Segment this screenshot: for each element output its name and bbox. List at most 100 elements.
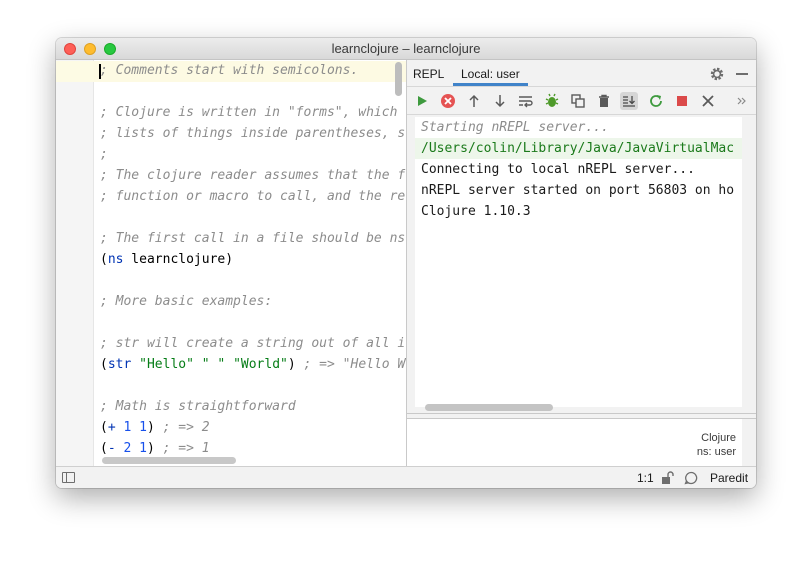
code-token: ; The first call in a file should be ns: [100, 231, 406, 246]
cursor-position[interactable]: 1:1: [637, 471, 654, 485]
code-token: learnclojure: [123, 252, 226, 267]
code-token: ; function or macro to call, and the re: [100, 189, 406, 204]
more-chevron-icon[interactable]: [733, 92, 751, 110]
copy-icon[interactable]: [569, 92, 587, 110]
repl-toolbar: [407, 87, 756, 115]
code-line[interactable]: (str "Hello" " " "World") ; => "Hello W: [100, 354, 405, 375]
ide-window: learnclojure – learnclojure ; Comments s…: [56, 38, 756, 488]
code-token: str: [107, 357, 132, 372]
history-up-icon[interactable]: [465, 92, 483, 110]
code-token: ; lists of things inside parentheses, s: [100, 126, 406, 141]
code-line[interactable]: ; The clojure reader assumes that the f: [100, 165, 405, 186]
code-line[interactable]: ; More basic examples:: [100, 291, 405, 312]
code-token: 1: [139, 420, 147, 435]
repl-output-line: Clojure 1.10.3: [421, 204, 531, 219]
code-token: ): [146, 420, 155, 435]
code-token: ; Clojure is written in "forms", which: [100, 105, 398, 120]
code-token: "Hello": [139, 357, 194, 372]
close-icon[interactable]: [699, 92, 717, 110]
tab-local-user[interactable]: Local: user: [453, 60, 528, 86]
code-text[interactable]: ; Comments start with semicolons. ; Cloju…: [100, 60, 405, 459]
repl-tab-bar: REPL Local: user: [407, 60, 756, 87]
repl-input[interactable]: Clojure ns: user: [407, 419, 742, 466]
code-token: (: [100, 252, 108, 267]
code-line[interactable]: ; Clojure is written in "forms", which: [100, 102, 405, 123]
run-icon[interactable]: [413, 92, 431, 110]
code-token: (: [100, 420, 108, 435]
editor-vertical-scrollbar[interactable]: [395, 62, 402, 96]
code-token: ; Math is straightforward: [100, 399, 296, 414]
code-line[interactable]: (ns learnclojure): [100, 249, 405, 270]
code-token: ; More basic examples:: [100, 294, 273, 309]
code-editor[interactable]: ; Comments start with semicolons. ; Cloju…: [56, 60, 406, 466]
code-line[interactable]: [100, 270, 405, 291]
trash-icon[interactable]: [595, 92, 613, 110]
repl-namespace-label: ns: user: [696, 446, 736, 458]
repl-output-line: Starting nREPL server...: [421, 120, 609, 135]
code-token: " ": [201, 357, 226, 372]
history-down-icon[interactable]: [491, 92, 509, 110]
code-token: -: [107, 441, 116, 456]
reload-icon[interactable]: [647, 92, 665, 110]
code-line[interactable]: ; The first call in a file should be ns: [100, 228, 405, 249]
repl-panel: REPL Local: user Starting nREPL server..…: [406, 60, 756, 466]
input-scroll-track: [742, 419, 756, 466]
code-line[interactable]: ; Math is straightforward: [100, 396, 405, 417]
code-token: ; => "Hello W: [295, 357, 406, 372]
gutter-current-line: [56, 61, 94, 82]
code-token: ; => 1: [154, 441, 210, 456]
window-title: learnclojure – learnclojure: [331, 41, 481, 56]
repl-language-label: Clojure: [701, 432, 736, 444]
code-line[interactable]: [100, 312, 405, 333]
soft-wrap-icon[interactable]: [517, 92, 535, 110]
text-caret: [99, 64, 101, 79]
title-bar: learnclojure – learnclojure: [56, 38, 756, 60]
repl-output[interactable]: Starting nREPL server... /Users/colin/Lib…: [415, 117, 743, 407]
tool-windows-icon[interactable]: [62, 472, 75, 483]
code-line[interactable]: ; function or macro to call, and the re: [100, 186, 405, 207]
code-token: ): [287, 357, 296, 372]
code-line[interactable]: [100, 81, 405, 102]
stop-square-icon[interactable]: [673, 92, 691, 110]
code-token: ): [225, 252, 234, 267]
status-bar: 1:1 Paredit: [56, 466, 756, 488]
debug-bug-icon[interactable]: [543, 92, 561, 110]
code-line[interactable]: ; lists of things inside parentheses, s: [100, 123, 405, 144]
editor-horizontal-scrollbar[interactable]: [102, 457, 236, 464]
code-line[interactable]: [100, 207, 405, 228]
code-line[interactable]: [100, 375, 405, 396]
gear-icon[interactable]: [709, 66, 725, 82]
repl-output-line: Connecting to local nREPL server...: [421, 162, 695, 177]
code-line[interactable]: ; str will create a string out of all i: [100, 333, 405, 354]
code-token: ; => 2: [154, 420, 210, 435]
code-token: ; Comments start with semicolons.: [100, 63, 359, 78]
paredit-status[interactable]: Paredit: [710, 471, 748, 485]
output-horizontal-scrollbar[interactable]: [425, 404, 553, 411]
code-token: ;: [100, 147, 108, 162]
code-token: 1: [139, 441, 147, 456]
minimize-panel-icon[interactable]: [736, 73, 748, 75]
repl-output-line: /Users/colin/Library/Java/JavaVirtualMac: [415, 138, 742, 159]
code-token: ; str will create a string out of all i: [100, 336, 406, 351]
code-token: ): [146, 441, 155, 456]
output-vertical-scrollbar[interactable]: [742, 117, 756, 407]
code-token: (: [100, 357, 108, 372]
stop-circle-icon[interactable]: [439, 92, 457, 110]
code-token: ns: [107, 252, 124, 267]
code-token: "World": [233, 357, 288, 372]
lock-icon[interactable]: [660, 471, 674, 488]
code-line[interactable]: ; Comments start with semicolons.: [100, 60, 405, 81]
code-line[interactable]: (+ 1 1) ; => 2: [100, 417, 405, 438]
scroll-to-end-icon[interactable]: [620, 92, 638, 110]
code-line[interactable]: ;: [100, 144, 405, 165]
repl-output-line: nREPL server started on port 56803 on ho: [421, 183, 735, 198]
code-token: +: [107, 420, 116, 435]
notification-bubble-icon[interactable]: [684, 471, 698, 488]
editor-gutter[interactable]: [56, 60, 94, 466]
code-line[interactable]: (- 2 1) ; => 1: [100, 438, 405, 459]
code-token: ; The clojure reader assumes that the f: [100, 168, 406, 183]
